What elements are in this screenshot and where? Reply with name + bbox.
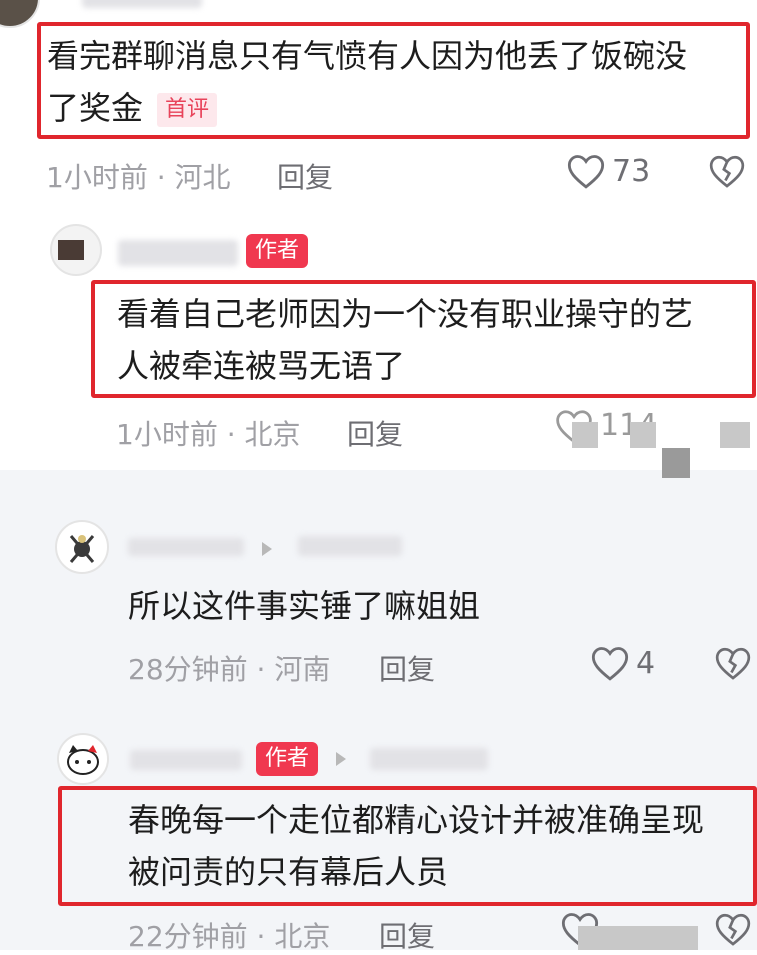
avatar[interactable] [0, 0, 40, 28]
reply-button[interactable]: 回复 [347, 413, 403, 453]
location: 北京 [244, 418, 301, 451]
comment-text-line-1: 看着自己老师因为一个没有职业操守的艺 [117, 295, 694, 333]
comment-text-line-1: 看完群聊消息只有气愤有人因为他丢了饭碗没 [47, 37, 688, 75]
timestamp: 1小时前 [116, 418, 218, 451]
username-blurred [130, 750, 242, 770]
comment-text-line-1: 所以这件事实锤了嘛姐姐 [128, 587, 481, 625]
reply-arrow-icon [262, 542, 272, 556]
heart-icon [591, 647, 629, 681]
avatar[interactable] [57, 733, 109, 785]
mosaic-patch [630, 422, 656, 448]
comment-text-line-2: 了奖金 [47, 89, 144, 127]
username-blurred [82, 0, 202, 8]
comment-meta: 1小时前 · 北京 [116, 413, 301, 453]
avatar[interactable] [50, 224, 102, 276]
reply-button[interactable]: 回复 [277, 156, 333, 196]
author-badge: 作者 [256, 742, 319, 776]
comment-meta: 1小时前 · 河北 [46, 156, 231, 196]
avatar-illustration [69, 535, 95, 563]
comment-meta: 22分钟前 · 北京 [128, 915, 330, 955]
broken-heart-icon [715, 913, 751, 946]
like-button[interactable]: 4 [590, 644, 655, 684]
dislike-button[interactable] [714, 644, 752, 682]
mosaic-patch [662, 448, 690, 478]
dislike-button[interactable] [708, 152, 746, 190]
broken-heart-icon [715, 647, 751, 680]
separator: · [226, 418, 236, 451]
separator: · [156, 161, 166, 194]
mosaic-patch [720, 422, 750, 448]
comment-text: 春晚每一个走位都精心设计并被准确呈现 被问责的只有幕后人员 [128, 794, 753, 898]
avatar-illustration [67, 745, 99, 775]
like-count: 4 [636, 646, 656, 681]
reply-button[interactable]: 回复 [379, 648, 435, 688]
first-comment-badge: 首评 [157, 93, 218, 127]
timestamp: 22分钟前 [128, 920, 248, 953]
comment-text-line-1: 春晚每一个走位都精心设计并被准确呈现 [128, 801, 705, 839]
comment-text-line-2: 被问责的只有幕后人员 [128, 853, 449, 891]
timestamp: 1小时前 [46, 161, 148, 194]
like-button[interactable]: 73 [566, 152, 650, 192]
location: 河北 [174, 161, 231, 194]
mosaic-patch [578, 926, 698, 950]
location: 河南 [274, 653, 331, 686]
reply-arrow-icon [336, 752, 346, 766]
mosaic-patch [572, 422, 598, 448]
avatar[interactable] [55, 520, 109, 574]
dislike-button[interactable] [714, 910, 752, 948]
timestamp: 28分钟前 [128, 653, 248, 686]
comment-text: 看着自己老师因为一个没有职业操守的艺 人被牵连被骂无语了 [117, 288, 747, 392]
comment-text: 所以这件事实锤了嘛姐姐 [128, 580, 480, 632]
reply-target-blurred [370, 748, 488, 770]
location: 北京 [274, 920, 331, 953]
heart-icon [567, 155, 605, 189]
comment-text: 看完群聊消息只有气愤有人因为他丢了饭碗没 了奖金 首评 [47, 30, 747, 134]
broken-heart-icon [709, 155, 745, 188]
author-badge: 作者 [246, 234, 309, 268]
separator: · [256, 920, 266, 953]
comment-meta: 28分钟前 · 河南 [128, 648, 330, 688]
separator: · [256, 653, 266, 686]
username-blurred [118, 240, 238, 266]
username-blurred [128, 538, 244, 556]
reply-button[interactable]: 回复 [379, 915, 435, 955]
comment-text-line-2: 人被牵连被骂无语了 [117, 347, 406, 385]
reply-target-blurred [298, 536, 402, 556]
like-count: 73 [612, 154, 651, 189]
